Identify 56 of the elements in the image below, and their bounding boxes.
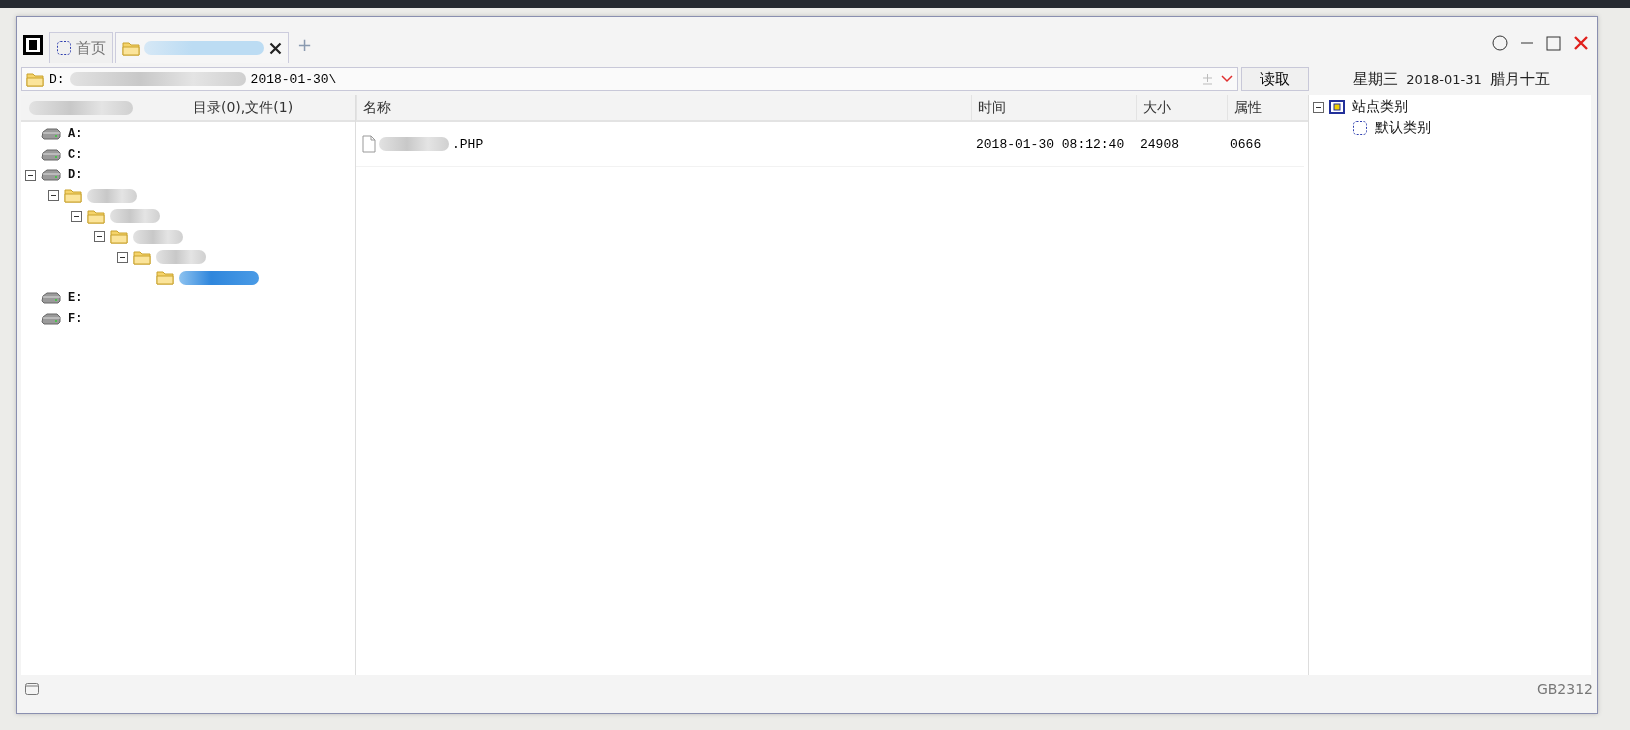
collapse-toggle[interactable] xyxy=(1313,101,1324,113)
drive-icon xyxy=(41,292,61,305)
dashed-square-icon xyxy=(1352,119,1368,136)
drive-label[interactable]: F: xyxy=(66,311,85,326)
maximize-icon[interactable] xyxy=(1546,35,1561,51)
collapse-toggle[interactable] xyxy=(48,190,59,202)
window-icon[interactable] xyxy=(25,683,39,695)
drive-label[interactable]: D: xyxy=(66,168,85,183)
date-label: 2018-01-31 xyxy=(1406,71,1482,87)
tab[interactable]: 首页 xyxy=(49,32,113,63)
blur-patch xyxy=(110,209,160,224)
lunar-date-label: 腊月十五 xyxy=(1489,69,1550,89)
column-header[interactable]: 属性 xyxy=(1227,95,1308,120)
app-logo xyxy=(23,35,43,55)
drive-icon xyxy=(41,128,61,141)
square-icon xyxy=(1329,100,1345,115)
drive-icon xyxy=(41,312,61,325)
collapse-toggle[interactable] xyxy=(94,231,105,243)
folder-icon xyxy=(64,188,82,204)
circle-icon[interactable] xyxy=(1492,35,1508,51)
tree-label[interactable]: 站点类别 xyxy=(1350,98,1410,117)
file-name-cell: .PHP xyxy=(356,135,970,153)
drive-icon xyxy=(41,169,61,182)
blur-patch xyxy=(87,188,137,203)
folder-summary: 目录(0),文件(1) xyxy=(193,98,294,117)
read-button[interactable]: 读取 xyxy=(1241,67,1309,91)
drive-label[interactable]: C: xyxy=(66,147,85,162)
blur-patch xyxy=(133,229,183,244)
file-icon xyxy=(362,135,376,153)
table-cell-text: 2018-01-30 08:12:40 xyxy=(975,136,1126,152)
folder-icon xyxy=(133,249,151,265)
tree-label[interactable]: 默认类别 xyxy=(1373,118,1433,137)
dashed-square-icon xyxy=(56,40,72,56)
collapse-toggle[interactable] xyxy=(25,169,36,181)
folder-icon xyxy=(110,229,128,245)
folder-icon xyxy=(156,270,174,286)
blur-patch xyxy=(379,137,449,151)
folder-icon xyxy=(26,71,44,87)
collapse-toggle[interactable] xyxy=(117,251,128,263)
chevron-down-icon[interactable] xyxy=(1221,75,1233,83)
drive-icon xyxy=(41,148,61,161)
drive-label[interactable]: A: xyxy=(66,127,85,142)
blur-patch xyxy=(156,250,206,265)
column-header[interactable]: 时间 xyxy=(971,95,1136,120)
close-icon[interactable] xyxy=(269,41,282,55)
column-header[interactable]: 大小 xyxy=(1136,95,1227,120)
encoding-label: GB2312 xyxy=(1536,681,1593,697)
drive-label[interactable]: E: xyxy=(66,291,85,306)
table-cell-text: 0666 xyxy=(1229,136,1263,152)
address-field[interactable]: D: 2018-01-30\ xyxy=(21,67,1238,91)
column-header[interactable]: 名称 xyxy=(356,95,971,120)
weekday-label: 星期三 xyxy=(1353,69,1399,89)
table-cell-text: 24908 xyxy=(1139,136,1180,152)
folder-icon xyxy=(87,208,105,224)
folder-icon xyxy=(122,40,140,56)
collapse-toggle[interactable] xyxy=(71,210,82,222)
